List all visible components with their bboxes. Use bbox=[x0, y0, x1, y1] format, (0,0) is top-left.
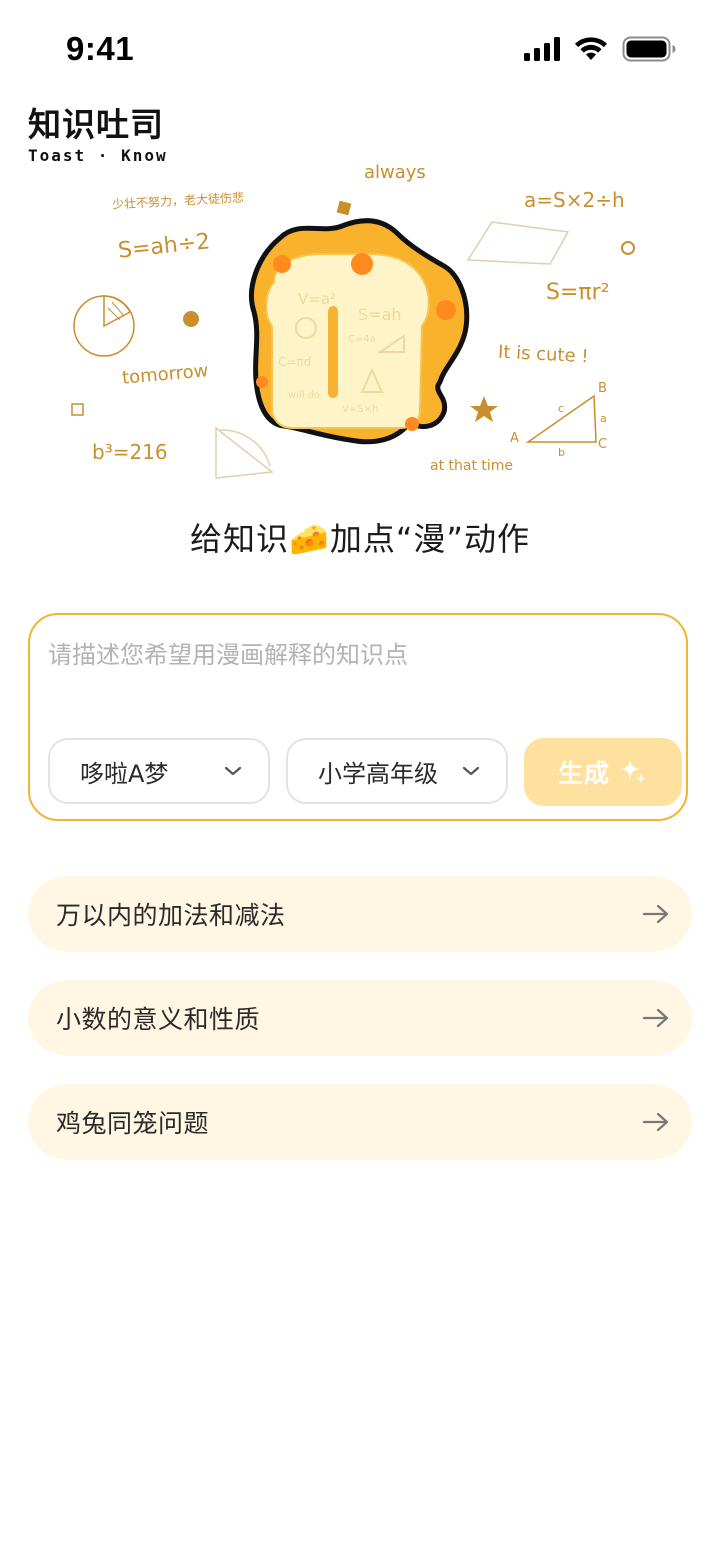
svg-text:V=a²: V=a² bbox=[298, 290, 336, 308]
arrow-right-icon bbox=[642, 904, 669, 924]
sparkle-icon bbox=[620, 759, 646, 783]
svg-text:b: b bbox=[558, 446, 565, 459]
toast-mascot-illustration: V=a² S=ah C=πd C=4a will do V=S×h bbox=[249, 218, 470, 445]
tagline: 给知识🧀加点“漫”动作 bbox=[189, 520, 530, 558]
svg-text:C=4a: C=4a bbox=[348, 334, 376, 345]
prompt-card: 哆啦A梦 小学高年级 生成 bbox=[28, 613, 688, 821]
suggestion-item[interactable]: 万以内的加法和减法 bbox=[28, 876, 692, 952]
generate-button[interactable]: 生成 bbox=[524, 738, 682, 806]
wifi-icon bbox=[575, 37, 607, 60]
suggestion-label: 小数的意义和性质 bbox=[56, 1005, 261, 1034]
grade-select[interactable]: 小学高年级 bbox=[286, 738, 508, 804]
brand-name-zh: 知识吐司 bbox=[28, 105, 164, 144]
svg-text:C=πd: C=πd bbox=[278, 355, 311, 369]
brand-logo: 知识吐司 Toast · Know bbox=[28, 105, 168, 166]
battery-icon bbox=[622, 36, 676, 62]
svg-text:S=ah: S=ah bbox=[358, 305, 402, 324]
chevron-down-icon bbox=[224, 766, 242, 776]
svg-text:c: c bbox=[558, 402, 564, 415]
arrow-right-icon bbox=[642, 1008, 669, 1028]
svg-text:will do: will do bbox=[288, 390, 320, 401]
suggestion-item[interactable]: 鸡兔同笼问题 bbox=[28, 1084, 692, 1160]
status-icons bbox=[524, 36, 676, 62]
doodle-shapes: B A C c a b V=a² S=ah C=πd C=4a will do … bbox=[71, 200, 635, 479]
svg-text:C: C bbox=[598, 437, 607, 452]
generate-button-label: 生成 bbox=[557, 759, 610, 788]
svg-text:a: a bbox=[600, 412, 607, 425]
hero-illustration: always a=S×2÷h 少壮不努力，老大徒伤悲 S=ah÷2 S=πr² … bbox=[60, 160, 660, 490]
character-select[interactable]: 哆啦A梦 bbox=[48, 738, 270, 804]
svg-text:V=S×h: V=S×h bbox=[342, 404, 378, 415]
chevron-down-icon bbox=[462, 766, 480, 776]
grade-select-value: 小学高年级 bbox=[318, 759, 438, 788]
cellular-signal-icon bbox=[524, 37, 560, 61]
topic-input[interactable] bbox=[48, 635, 668, 675]
suggestion-item[interactable]: 小数的意义和性质 bbox=[28, 980, 692, 1056]
arrow-right-icon bbox=[642, 1112, 669, 1132]
svg-text:A: A bbox=[510, 431, 519, 446]
suggestion-label: 万以内的加法和减法 bbox=[56, 901, 286, 930]
status-time: 9:41 bbox=[66, 30, 135, 67]
status-bar: 9:41 bbox=[0, 0, 720, 100]
character-select-value: 哆啦A梦 bbox=[80, 759, 169, 788]
suggestion-label: 鸡兔同笼问题 bbox=[56, 1109, 210, 1138]
svg-text:B: B bbox=[598, 381, 607, 396]
